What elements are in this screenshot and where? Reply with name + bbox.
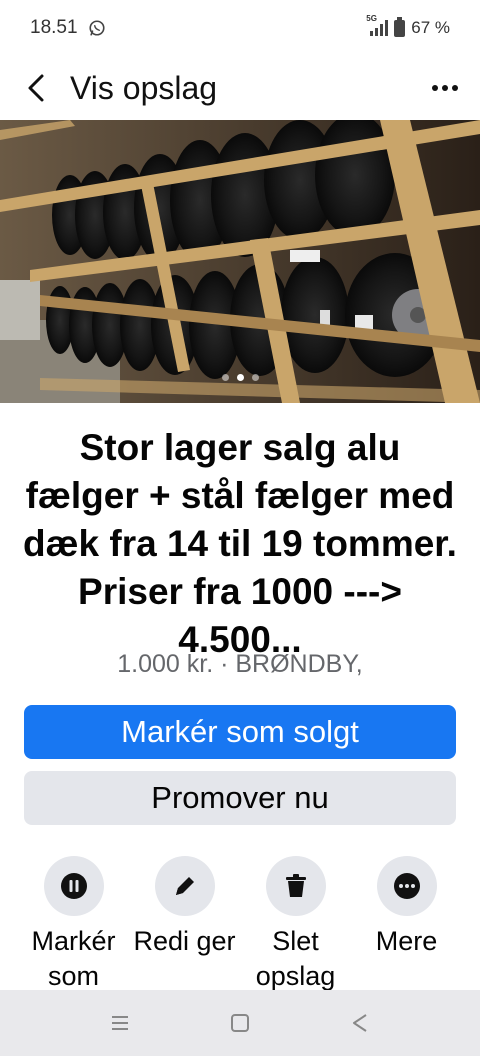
page-title: Vis opslag: [70, 69, 218, 106]
app-header: Vis opslag: [0, 56, 480, 120]
back-arrow-icon[interactable]: [20, 72, 52, 104]
action-edit[interactable]: Redi ger: [133, 856, 236, 994]
pause-icon: [60, 873, 87, 899]
action-more[interactable]: Mere: [357, 856, 457, 994]
listing-price-location: 1.000 kr. · BRØNDBY,: [117, 650, 363, 678]
action-row: Markér som Redi ger Slet opslag Mere: [0, 856, 480, 994]
promote-now-button[interactable]: Promover nu: [24, 771, 456, 825]
action-mark-as[interactable]: Markér som: [24, 856, 124, 994]
more-options-icon[interactable]: [426, 79, 464, 97]
signal-icon: 5G: [366, 14, 389, 36]
listing-photo[interactable]: [0, 120, 480, 403]
more-horizontal-icon: [393, 873, 420, 899]
listing-title: Stor lager salg alu fælger + stål fælger…: [23, 427, 457, 660]
status-time: 18.51: [30, 17, 78, 38]
home-icon[interactable]: [220, 1003, 260, 1043]
gallery-dot-active[interactable]: [236, 374, 244, 381]
action-label: Markér som: [31, 926, 116, 991]
whatsapp-icon: [88, 20, 105, 36]
action-label: Slet opslag: [255, 926, 336, 991]
battery-icon: [394, 16, 406, 37]
gallery-dots: [0, 374, 480, 381]
mark-as-sold-button[interactable]: Markér som solgt: [24, 705, 456, 759]
action-label: Redi ger: [133, 926, 236, 956]
network-label: 5G: [366, 14, 377, 23]
pencil-icon: [175, 877, 194, 895]
action-label: Mere: [375, 926, 438, 956]
recent-apps-icon[interactable]: [100, 1003, 140, 1043]
status-bar: 18.51 5G 67 %: [0, 0, 480, 56]
gallery-dot[interactable]: [251, 374, 259, 381]
tire-warehouse-image: [0, 120, 480, 403]
action-delete[interactable]: Slet opslag: [246, 856, 346, 994]
battery-level: 67 %: [411, 18, 450, 37]
gallery-dot[interactable]: [221, 374, 229, 381]
system-nav-bar: [0, 990, 480, 1056]
back-nav-icon[interactable]: [340, 1003, 380, 1043]
trash-icon: [285, 874, 306, 897]
